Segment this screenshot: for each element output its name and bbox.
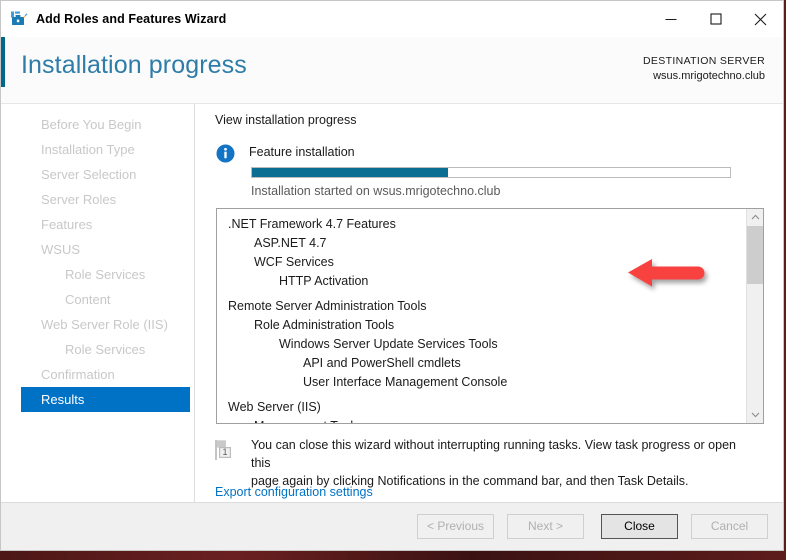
- accent-stripe: [1, 37, 5, 87]
- sidebar-item-content[interactable]: Content: [21, 287, 190, 312]
- installed-features-listbox[interactable]: .NET Framework 4.7 Features ASP.NET 4.7 WC…: [216, 208, 764, 424]
- sidebar-item-features[interactable]: Features: [21, 212, 190, 237]
- chevron-down-icon[interactable]: [747, 407, 763, 423]
- feature-list-item: HTTP Activation: [279, 274, 369, 288]
- page-header: Installation progress DESTINATION SERVER…: [1, 37, 783, 104]
- info-circle-icon: [216, 144, 235, 163]
- chevron-up-icon[interactable]: [747, 209, 763, 225]
- main-pane: View installation progress Feature insta…: [195, 104, 783, 515]
- title-bar: Add Roles and Features Wizard: [1, 1, 783, 37]
- close-button[interactable]: [738, 1, 783, 37]
- sidebar-item-confirmation[interactable]: Confirmation: [21, 362, 190, 387]
- sidebar-item-server-selection[interactable]: Server Selection: [21, 162, 190, 187]
- wizard-footer: < Previous Next > Close Cancel: [1, 502, 783, 550]
- cancel-button[interactable]: Cancel: [691, 514, 768, 539]
- destination-server-name: wsus.mrigotechno.club: [653, 70, 765, 82]
- close-wizard-note: 1 You can close this wizard without inte…: [213, 436, 753, 490]
- scrollbar-thumb[interactable]: [747, 226, 763, 284]
- sidebar-item-results[interactable]: Results: [21, 387, 190, 412]
- feature-list-item: WCF Services: [254, 255, 334, 269]
- destination-server-label: DESTINATION SERVER: [642, 55, 765, 67]
- feature-list-item: ASP.NET 4.7: [254, 236, 327, 250]
- window-title: Add Roles and Features Wizard: [36, 12, 227, 26]
- add-roles-and-features-wizard-window: Add Roles and Features Wizard Installati…: [0, 0, 784, 551]
- wizard-step-sidebar: Before You Begin Installation Type Server …: [1, 104, 195, 515]
- feature-list-item: .NET Framework 4.7 Features: [228, 217, 396, 231]
- sidebar-item-installation-type[interactable]: Installation Type: [21, 137, 190, 162]
- feature-list-item: Web Server (IIS): [228, 400, 321, 414]
- feature-list-item: API and PowerShell cmdlets: [303, 356, 461, 370]
- features-list-scrollbar[interactable]: [746, 209, 763, 423]
- feature-installation-label: Feature installation: [249, 145, 355, 159]
- export-configuration-settings-link[interactable]: Export configuration settings: [215, 485, 373, 499]
- note-text: You can close this wizard without interr…: [251, 436, 753, 490]
- previous-button[interactable]: < Previous: [417, 514, 494, 539]
- sidebar-item-server-roles[interactable]: Server Roles: [21, 187, 190, 212]
- installation-progress-bar: [251, 167, 731, 178]
- installation-status-text: Installation started on wsus.mrigotechno…: [251, 184, 501, 198]
- feature-list-item: Role Administration Tools: [254, 318, 395, 332]
- next-button[interactable]: Next >: [507, 514, 584, 539]
- maximize-button[interactable]: [693, 1, 738, 37]
- sidebar-item-wsus[interactable]: WSUS: [21, 237, 190, 262]
- feature-list-item: Remote Server Administration Tools: [228, 299, 427, 313]
- minimize-button[interactable]: [648, 1, 693, 37]
- sidebar-item-role-services[interactable]: Role Services: [21, 262, 190, 287]
- sidebar-item-before-you-begin[interactable]: Before You Begin: [21, 112, 190, 137]
- sidebar-item-role-services[interactable]: Role Services: [21, 337, 190, 362]
- close-wizard-button[interactable]: Close: [601, 514, 678, 539]
- content-area: Before You Begin Installation Type Server …: [1, 104, 783, 515]
- sidebar-item-web-server-role-iis[interactable]: Web Server Role (IIS): [21, 312, 190, 337]
- view-installation-progress-label: View installation progress: [215, 113, 357, 127]
- page-title: Installation progress: [21, 51, 247, 79]
- destination-server-block: DESTINATION SERVER wsus.mrigotechno.club: [643, 54, 765, 84]
- server-manager-toolbox-icon: [10, 10, 28, 28]
- note-badge-count: 1: [222, 447, 227, 457]
- installed-features-list: .NET Framework 4.7 Features ASP.NET 4.7 WC…: [217, 209, 746, 423]
- note-line-1: You can close this wizard without interr…: [251, 438, 736, 470]
- installation-progress-fill: [252, 168, 448, 177]
- feature-list-item: User Interface Management Console: [303, 375, 508, 389]
- feature-list-item: Management Tools: [217, 417, 746, 423]
- feature-list-item: Windows Server Update Services Tools: [279, 337, 498, 351]
- notification-flag-icon: 1: [213, 438, 237, 464]
